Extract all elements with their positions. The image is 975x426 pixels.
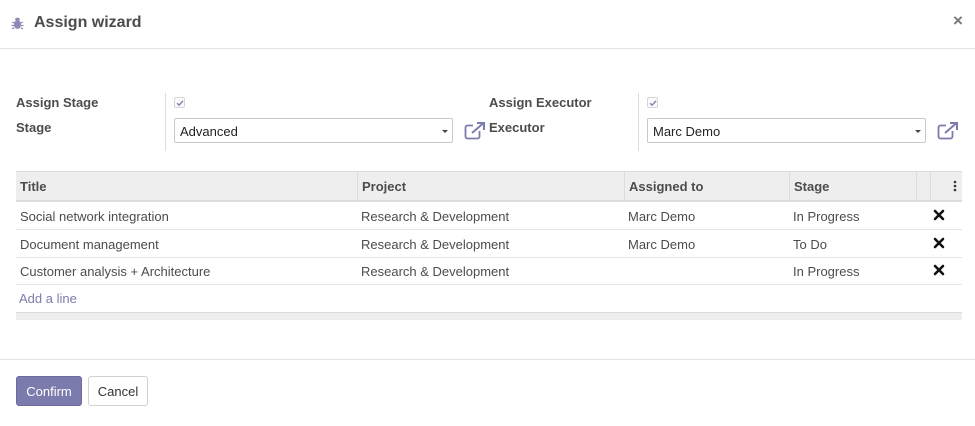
assign-stage-checkbox[interactable] bbox=[174, 97, 185, 108]
external-link-icon[interactable] bbox=[464, 122, 486, 140]
cell-stage: In Progress bbox=[793, 209, 860, 224]
bug-icon bbox=[11, 17, 24, 30]
table-row[interactable]: Social network integration Research & De… bbox=[16, 202, 962, 230]
confirm-button[interactable]: Confirm bbox=[16, 376, 82, 406]
caret-down-icon bbox=[442, 130, 448, 133]
kebab-menu-icon[interactable] bbox=[953, 180, 957, 192]
executor-select-value: Marc Demo bbox=[653, 124, 721, 139]
field-separator bbox=[165, 93, 166, 151]
column-header-project[interactable]: Project bbox=[358, 172, 625, 201]
cell-assigned-to: Marc Demo bbox=[628, 209, 696, 224]
column-header-title[interactable]: Title bbox=[16, 172, 358, 201]
table-row[interactable]: Document management Research & Developme… bbox=[16, 230, 962, 258]
footer-divider bbox=[0, 359, 975, 360]
dialog-header: Assign wizard × bbox=[0, 0, 975, 49]
cancel-button[interactable]: Cancel bbox=[88, 376, 148, 406]
check-icon bbox=[649, 100, 657, 107]
executor-select[interactable]: Marc Demo bbox=[647, 118, 926, 143]
delete-icon[interactable] bbox=[933, 237, 945, 249]
cell-title: Social network integration bbox=[20, 209, 169, 224]
stage-select[interactable]: Advanced bbox=[174, 118, 453, 143]
stage-select-value: Advanced bbox=[180, 124, 238, 139]
external-link-icon[interactable] bbox=[937, 122, 959, 140]
assign-executor-checkbox[interactable] bbox=[647, 97, 658, 108]
delete-icon[interactable] bbox=[933, 264, 945, 276]
delete-icon[interactable] bbox=[933, 209, 945, 221]
table-row[interactable]: Customer analysis + Architecture Researc… bbox=[16, 257, 962, 285]
caret-down-icon bbox=[915, 130, 921, 133]
column-header-stage[interactable]: Stage bbox=[790, 172, 917, 201]
cell-stage: In Progress bbox=[793, 264, 860, 279]
field-separator bbox=[638, 93, 639, 151]
cell-title: Document management bbox=[20, 237, 159, 252]
cell-project: Research & Development bbox=[361, 237, 510, 252]
table-footer bbox=[16, 312, 962, 320]
column-header-assigned-to[interactable]: Assigned to bbox=[625, 172, 790, 201]
cell-project: Research & Development bbox=[361, 209, 510, 224]
stage-label: Stage bbox=[16, 120, 52, 135]
cell-project: Research & Development bbox=[361, 264, 510, 279]
column-header-actions bbox=[917, 172, 931, 201]
table-header: Title Project Assigned to Stage bbox=[16, 171, 962, 202]
add-line-link[interactable]: Add a line bbox=[19, 291, 77, 306]
cell-title: Customer analysis + Architecture bbox=[20, 264, 211, 279]
cell-stage: To Do bbox=[793, 237, 827, 252]
close-icon[interactable]: × bbox=[953, 12, 963, 30]
dialog-title: Assign wizard bbox=[34, 14, 142, 31]
assign-executor-label: Assign Executor bbox=[489, 95, 592, 110]
executor-label: Executor bbox=[489, 120, 545, 135]
check-icon bbox=[176, 100, 184, 107]
cell-assigned-to: Marc Demo bbox=[628, 237, 696, 252]
assign-stage-label: Assign Stage bbox=[16, 95, 99, 110]
